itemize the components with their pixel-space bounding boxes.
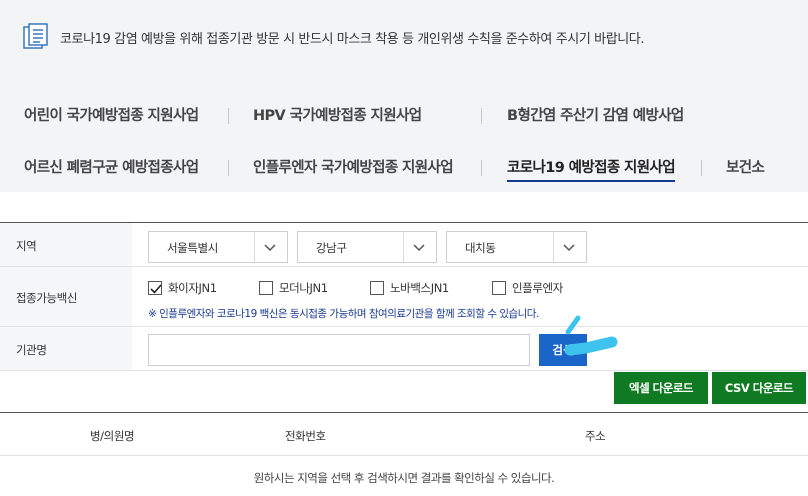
vaccine-checkbox-moderna[interactable]: 모더나JN1 [259, 280, 328, 296]
vaccine-checkbox-influenza[interactable]: 인플루엔자 [492, 280, 563, 296]
tab-hpv[interactable]: HPV 국가예방접종 지원사업 [253, 104, 422, 125]
tab-child-vaccination[interactable]: 어린이 국가예방접종 지원사업 [24, 104, 199, 125]
column-header-name: 병/의원명 [90, 429, 135, 443]
tab-separator [228, 160, 229, 176]
tab-hepatitis-b[interactable]: B형간염 주산기 감염 예방사업 [507, 104, 684, 125]
select-divider [254, 232, 255, 262]
region-label-cell: 지역 [0, 223, 132, 266]
tab-covid19[interactable]: 코로나19 예방접종 지원사업 [507, 156, 676, 182]
dong-value: 대치동 [465, 241, 496, 255]
vaccine-label: 접종가능백신 [16, 291, 78, 305]
vaccine-note: ※ 인플루엔자와 코로나19 백신은 동시접종 가능하며 참여의료기관을 함께 … [148, 308, 539, 320]
column-header-phone: 전화번호 [285, 429, 326, 443]
notice-text: 코로나19 감염 예방을 위해 접종기관 방문 시 반드시 마스크 착용 등 개… [60, 32, 645, 47]
org-label-cell: 기관명 [0, 327, 132, 370]
results-header: 병/의원명 전화번호 주소 [0, 412, 808, 456]
chevron-down-icon [264, 244, 276, 252]
tab-separator [481, 108, 482, 124]
vaccine-label-cell: 접종가능백신 [0, 267, 132, 326]
tab-separator [228, 108, 229, 124]
select-divider [403, 232, 404, 262]
chevron-down-icon [563, 244, 575, 252]
org-label: 기관명 [16, 343, 47, 357]
tab-separator [481, 160, 482, 176]
tab-influenza[interactable]: 인플루엔자 국가예방접종 지원사업 [253, 156, 454, 177]
checkbox-label: 모더나JN1 [279, 281, 328, 295]
notice-banner: 코로나19 감염 예방을 위해 접종기관 방문 시 반드시 마스크 착용 등 개… [0, 0, 808, 72]
tab-health-center[interactable]: 보건소 [726, 156, 765, 177]
checkbox-box[interactable] [259, 281, 273, 295]
empty-results-message: 원하시는 지역을 선택 후 검색하시면 결과를 확인하실 수 있습니다. [253, 471, 555, 485]
column-header-address: 주소 [585, 429, 606, 443]
sido-value: 서울특별시 [167, 241, 218, 255]
csv-download-button[interactable]: CSV 다운로드 [712, 372, 806, 404]
highlight-mark [564, 315, 618, 356]
checkbox-label: 인플루엔자 [512, 281, 563, 295]
tab-separator [701, 160, 702, 176]
document-list-icon [23, 23, 48, 49]
sigungu-value: 강남구 [316, 241, 347, 255]
checkbox-box[interactable] [148, 281, 162, 295]
sido-select[interactable]: 서울특별시 [148, 231, 288, 263]
org-name-input[interactable] [148, 334, 530, 366]
tab-pneumococcal[interactable]: 어르신 폐렴구균 예방접종사업 [24, 156, 199, 177]
checkbox-label: 화이자JN1 [168, 281, 217, 295]
vaccine-checkbox-novavax[interactable]: 노바백스JN1 [370, 280, 449, 296]
checkbox-label: 노바백스JN1 [390, 281, 449, 295]
checkmark-icon [150, 284, 162, 294]
dong-select[interactable]: 대치동 [446, 231, 587, 263]
program-tabs: 어린이 국가예방접종 지원사업 HPV 국가예방접종 지원사업 B형간염 주산기… [0, 72, 808, 192]
checkbox-box[interactable] [492, 281, 506, 295]
sigungu-select[interactable]: 강남구 [297, 231, 437, 263]
region-row: 지역 서울특별시 강남구 대치동 [0, 223, 808, 267]
vaccine-checkbox-pfizer[interactable]: 화이자JN1 [148, 280, 217, 296]
excel-download-button[interactable]: 엑셀 다운로드 [614, 372, 708, 404]
region-label: 지역 [16, 239, 37, 253]
checkbox-box[interactable] [370, 281, 384, 295]
chevron-down-icon [413, 244, 425, 252]
select-divider [553, 232, 554, 262]
